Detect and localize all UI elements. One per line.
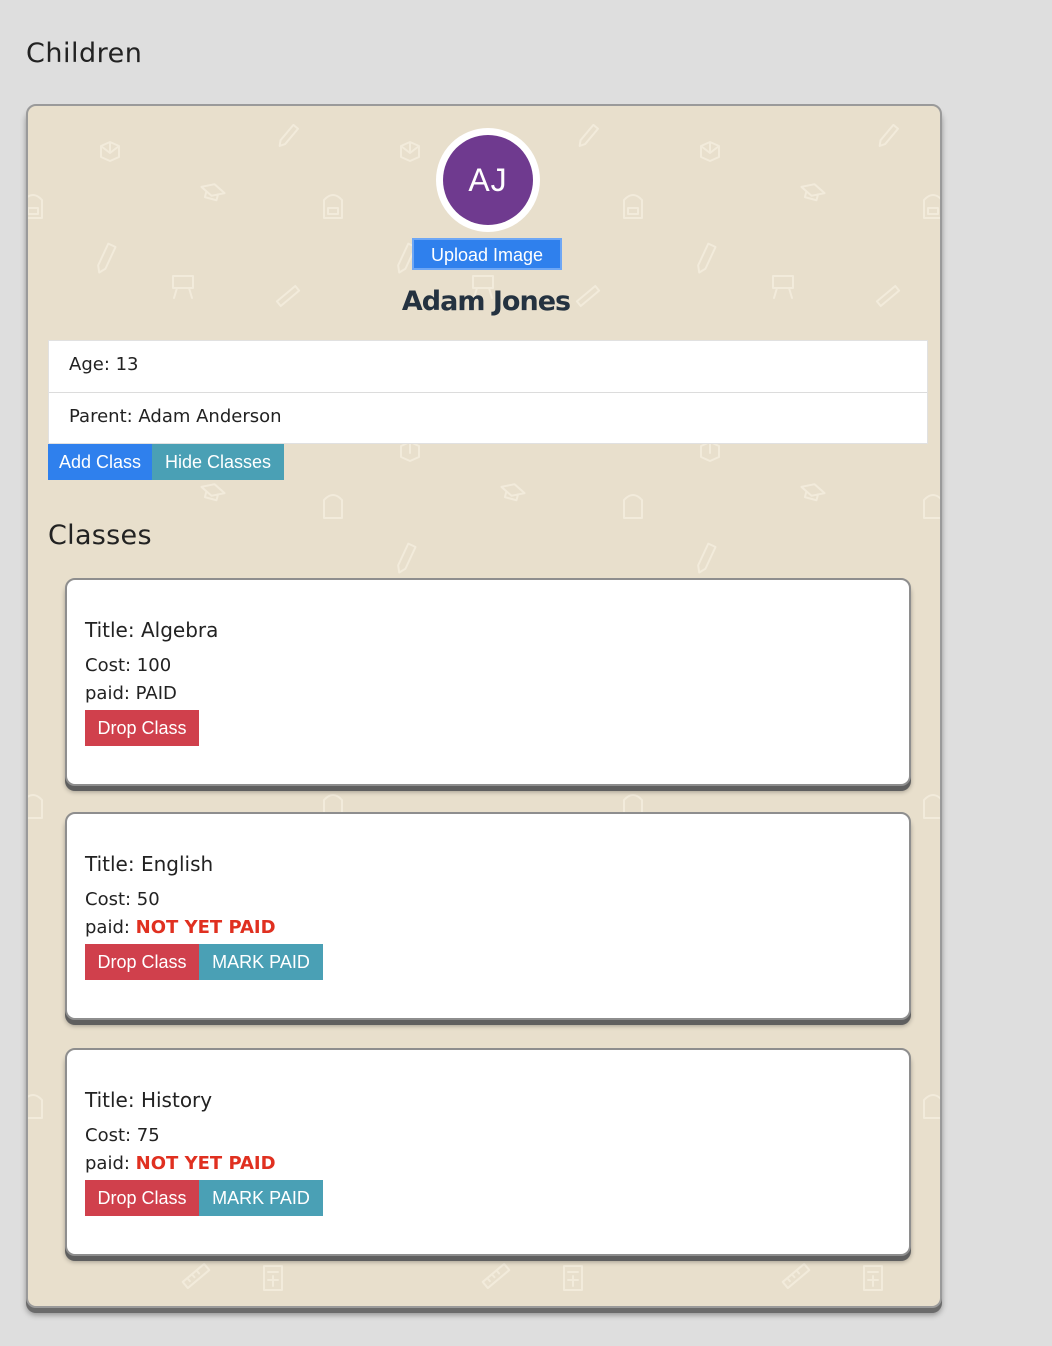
class-card-algebra: Title: Algebra Cost: 100 paid: PAID Drop… [65,578,911,786]
upload-image-button[interactable]: Upload Image [412,238,562,270]
class-paid-label: paid: [85,1153,136,1174]
drop-class-button[interactable]: Drop Class [85,1180,199,1216]
drop-class-button[interactable]: Drop Class [85,944,199,980]
class-card-english: Title: English Cost: 50 paid: NOT YET PA… [65,812,911,1020]
class-paid-status: NOT YET PAID [135,1153,276,1174]
add-class-button[interactable]: Add Class [48,444,152,480]
child-card: AJ Upload Image Adam Jones Age: 13 Paren… [26,104,942,1308]
class-paid: paid: NOT YET PAID [85,917,276,938]
avatar: AJ [436,128,540,232]
page-title: Children [26,38,143,69]
class-paid-status: PAID [135,683,177,704]
child-name: Adam Jones [401,286,571,317]
class-title: Title: English [85,852,214,876]
class-paid-status: NOT YET PAID [135,917,276,938]
class-title: Title: History [85,1088,213,1112]
class-title: Title: Algebra [85,618,219,642]
class-cost: Cost: 50 [85,889,160,910]
class-paid: paid: PAID [85,683,177,704]
mark-paid-button[interactable]: MARK PAID [199,944,323,980]
avatar-initials: AJ [443,135,533,225]
class-paid-label: paid: [85,683,136,704]
classes-heading: Classes [48,520,152,551]
class-paid-label: paid: [85,917,136,938]
child-age: Age: 13 [69,354,139,375]
hide-classes-button[interactable]: Hide Classes [152,444,284,480]
class-cost: Cost: 75 [85,1125,160,1146]
class-paid: paid: NOT YET PAID [85,1153,276,1174]
child-info-list: Age: 13 Parent: Adam Anderson [48,340,928,444]
class-cost: Cost: 100 [85,655,172,676]
mark-paid-button[interactable]: MARK PAID [199,1180,323,1216]
child-parent: Parent: Adam Anderson [49,392,927,443]
class-card-history: Title: History Cost: 75 paid: NOT YET PA… [65,1048,911,1256]
drop-class-button[interactable]: Drop Class [85,710,199,746]
